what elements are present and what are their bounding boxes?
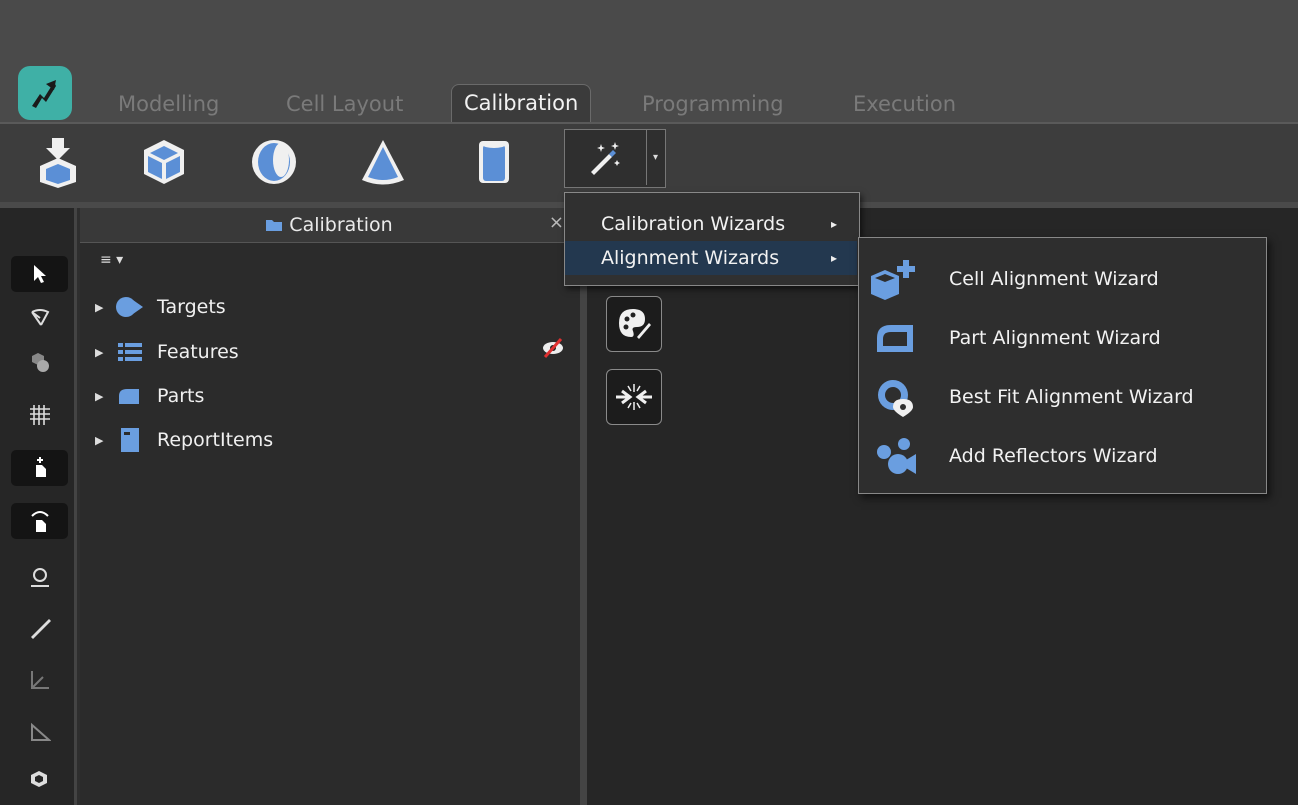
- tree-item-features[interactable]: ▶ Features: [95, 332, 239, 372]
- menu-item-label: Add Reflectors Wizard: [949, 444, 1158, 467]
- box-icon: [144, 140, 184, 184]
- magic-wand-icon: [591, 141, 620, 175]
- axis-tool[interactable]: [11, 662, 68, 698]
- menu-item-best-fit-alignment-wizard[interactable]: Best Fit Alignment Wizard: [859, 367, 1264, 426]
- cone-primitive-button[interactable]: [351, 130, 415, 194]
- tree-item-label: Features: [157, 341, 239, 363]
- menu-item-calibration-wizards[interactable]: Calibration Wizards ▸: [565, 207, 857, 241]
- sphere-icon: [252, 140, 296, 184]
- tree-view-menu[interactable]: ≡ ▾: [100, 252, 123, 268]
- expand-caret-icon[interactable]: ▶: [95, 301, 115, 314]
- palette-brush-icon: [619, 309, 651, 339]
- menu-item-add-reflectors-wizard[interactable]: Add Reflectors Wizard: [859, 426, 1264, 485]
- tab-cell-layout[interactable]: Cell Layout: [286, 86, 403, 122]
- cone-icon: [362, 140, 404, 185]
- menu-item-label: Part Alignment Wizard: [949, 326, 1161, 349]
- box-primitive-button[interactable]: [132, 130, 196, 194]
- menu-item-part-alignment-wizard[interactable]: Part Alignment Wizard: [859, 308, 1264, 367]
- tree-item-reportitems[interactable]: ▶ ReportItems: [95, 420, 273, 460]
- cylinder-primitive-button[interactable]: [462, 130, 526, 194]
- axes-icon: [30, 671, 49, 689]
- angle-icon: [30, 722, 51, 741]
- part-icon: [115, 386, 145, 406]
- location-pin-icon: [30, 568, 49, 587]
- menu-item-label: Cell Alignment Wizard: [949, 267, 1159, 290]
- menu-item-label: Calibration Wizards: [601, 213, 786, 235]
- cubes-icon: [31, 353, 49, 372]
- lasso-tool[interactable]: [11, 300, 68, 336]
- submenu-arrow-icon: ▸: [831, 217, 838, 231]
- measure-tool[interactable]: [11, 610, 68, 646]
- cursor-icon: [33, 265, 46, 283]
- tree-item-parts[interactable]: ▶ Parts: [95, 376, 204, 416]
- reflectors-icon: [863, 436, 927, 476]
- frame-tool[interactable]: [11, 762, 68, 798]
- submenu-arrow-icon: ▸: [831, 251, 838, 265]
- report-icon: [115, 427, 145, 453]
- import-button[interactable]: [26, 130, 90, 194]
- cube-frame-icon: [30, 771, 47, 787]
- tree-item-label: ReportItems: [157, 429, 274, 451]
- tab-execution[interactable]: Execution: [853, 86, 956, 122]
- paint-tool-button[interactable]: [606, 296, 662, 352]
- cylinder-icon: [479, 141, 509, 183]
- tab-programming[interactable]: Programming: [642, 86, 784, 122]
- tab-modelling[interactable]: Modelling: [118, 86, 219, 122]
- hand-rotate-icon: [30, 511, 49, 532]
- expand-caret-icon[interactable]: ▶: [95, 390, 115, 403]
- ruler-icon: [30, 619, 51, 639]
- part-alignment-icon: [863, 322, 927, 354]
- expand-caret-icon[interactable]: ▶: [95, 346, 115, 359]
- sphere-primitive-button[interactable]: [242, 130, 306, 194]
- grid-tool[interactable]: [11, 397, 68, 433]
- wizard-dropdown-arrow[interactable]: ▾: [646, 130, 664, 185]
- move-tool[interactable]: [11, 450, 68, 486]
- logo-icon: [32, 80, 56, 108]
- angle-tool[interactable]: [11, 714, 68, 750]
- grid-icon: [29, 405, 50, 425]
- locate-tool[interactable]: [11, 560, 68, 596]
- menu-item-label: Best Fit Alignment Wizard: [949, 385, 1194, 408]
- tree-item-label: Targets: [157, 296, 226, 318]
- expand-caret-icon[interactable]: ▶: [95, 434, 115, 447]
- wizard-button[interactable]: [565, 130, 645, 185]
- cell-alignment-icon: [863, 256, 927, 302]
- select-tool[interactable]: [11, 256, 68, 292]
- menu-item-cell-alignment-wizard[interactable]: Cell Alignment Wizard: [859, 249, 1264, 308]
- folder-icon: [266, 220, 283, 231]
- hidden-eye-icon[interactable]: [541, 337, 565, 363]
- menu-item-label: Alignment Wizards: [601, 247, 780, 269]
- rotate-tool[interactable]: [11, 503, 68, 539]
- tree-item-label: Parts: [157, 385, 205, 407]
- tree-item-targets[interactable]: ▶ Targets: [95, 287, 226, 327]
- panel-close-button[interactable]: ×: [549, 212, 564, 233]
- panel-title: Calibration: [289, 214, 393, 236]
- import-box-icon: [40, 138, 76, 188]
- best-fit-icon: [863, 377, 927, 417]
- features-list-icon: [115, 341, 145, 363]
- app-logo: [18, 66, 72, 120]
- collapse-tool-button[interactable]: [606, 369, 662, 425]
- target-icon: [115, 296, 145, 318]
- panel-header: Calibration ×: [80, 208, 578, 243]
- object-tool[interactable]: [11, 344, 68, 380]
- hand-move-icon: [35, 457, 46, 477]
- tab-calibration[interactable]: Calibration: [451, 84, 592, 123]
- menu-item-alignment-wizards[interactable]: Alignment Wizards ▸: [565, 241, 857, 275]
- arrows-inward-icon: [616, 384, 652, 410]
- lasso-icon: [30, 309, 49, 326]
